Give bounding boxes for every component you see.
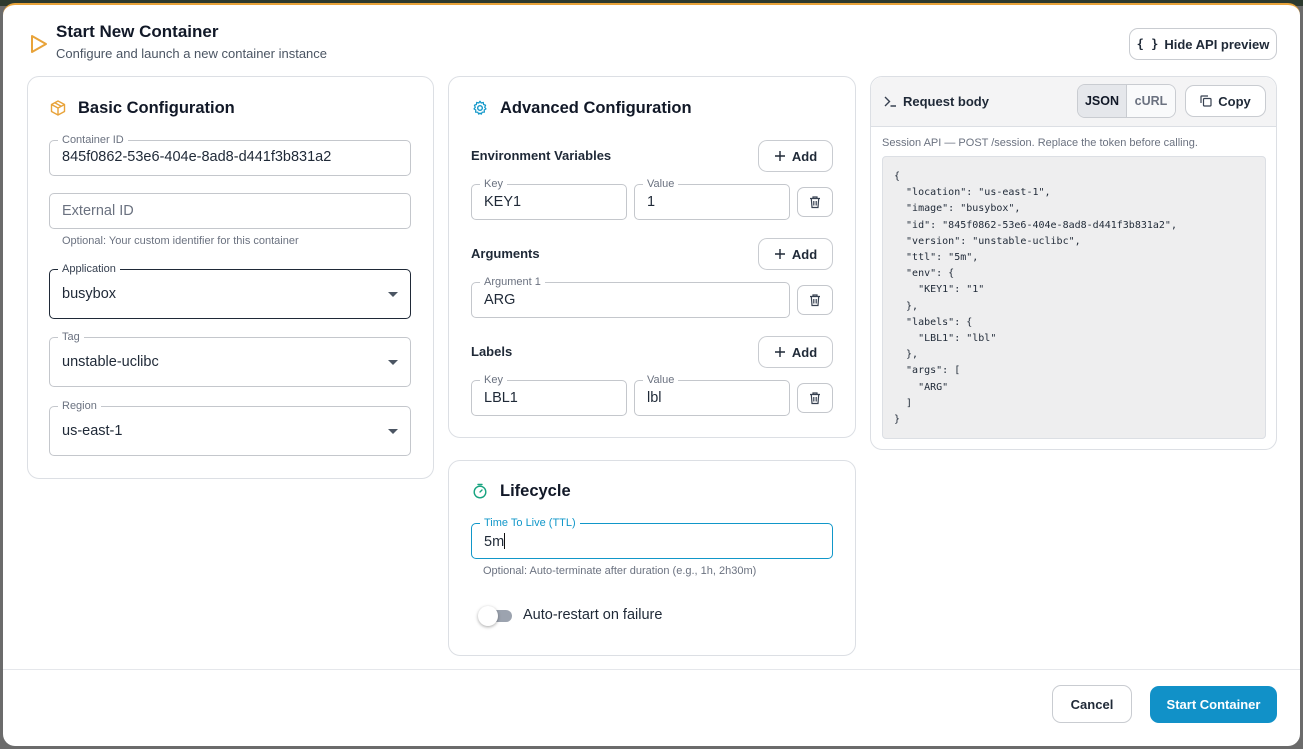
play-icon xyxy=(31,35,47,53)
copy-icon xyxy=(1200,95,1212,107)
cancel-button[interactable]: Cancel xyxy=(1052,685,1132,723)
request-body-title: Request body xyxy=(903,94,989,109)
application-label: Application xyxy=(58,262,120,276)
auto-restart-toggle-knob[interactable] xyxy=(478,606,498,626)
container-id-label: Container ID xyxy=(58,133,128,147)
ttl-helper: Optional: Auto-terminate after duration … xyxy=(483,565,757,577)
request-note: Session API — POST /session. Replace the… xyxy=(882,137,1198,149)
external-id-placeholder: External ID xyxy=(62,203,134,219)
container-id-field[interactable]: Container ID 845f0862-53e6-404e-8ad8-d44… xyxy=(49,133,411,176)
request-body-code: { "location": "us-east-1", "image": "bus… xyxy=(882,156,1266,439)
container-id-value: 845f0862-53e6-404e-8ad8-d441f3b831a2 xyxy=(62,149,332,165)
add-label-label: Add xyxy=(791,344,818,360)
argument-1-label: Argument 1 xyxy=(480,275,545,289)
tag-select[interactable]: Tag unstable-uclibc xyxy=(49,330,411,387)
label-key-label: Key xyxy=(480,373,507,387)
env-value-field[interactable]: Value 1 xyxy=(634,177,790,220)
plus-icon xyxy=(774,249,785,259)
label-value-field[interactable]: Value lbl xyxy=(634,373,790,416)
label-key-field[interactable]: Key LBL1 xyxy=(471,373,627,416)
label-key-value: LBL1 xyxy=(484,390,518,406)
argument-1-value: ARG xyxy=(484,292,516,308)
chevron-down-icon xyxy=(388,360,398,365)
basic-configuration-title: Basic Configuration xyxy=(78,99,235,117)
argument-1-field[interactable]: Argument 1 ARG xyxy=(471,275,790,318)
region-value: us-east-1 xyxy=(62,423,123,439)
timer-icon xyxy=(473,483,487,499)
ttl-input[interactable]: Time To Live (TTL) 5m xyxy=(471,516,833,559)
chevron-down-icon xyxy=(388,429,398,434)
labels-label: Labels xyxy=(471,344,513,359)
add-env-var-button[interactable]: Add xyxy=(758,140,833,172)
lifecycle-title: Lifecycle xyxy=(500,482,571,500)
add-label-button[interactable]: Add xyxy=(758,336,833,368)
package-icon xyxy=(50,100,66,116)
plus-icon xyxy=(774,151,785,161)
copy-label: Copy xyxy=(1218,93,1251,109)
region-label: Region xyxy=(58,399,101,413)
footer-divider xyxy=(3,669,1300,670)
braces-icon: { } xyxy=(1136,37,1159,51)
env-key-label: Key xyxy=(480,177,507,191)
add-argument-button[interactable]: Add xyxy=(758,238,833,270)
environment-variables-label: Environment Variables xyxy=(471,148,612,163)
application-value: busybox xyxy=(62,286,117,302)
trash-icon xyxy=(810,294,820,307)
delete-env-var-button[interactable] xyxy=(797,187,833,217)
tag-value: unstable-uclibc xyxy=(62,354,159,370)
gear-icon xyxy=(473,100,487,115)
copy-button[interactable]: Copy xyxy=(1185,85,1266,117)
auto-restart-label: Auto-restart on failure xyxy=(523,607,663,623)
text-cursor xyxy=(504,533,506,549)
arguments-label: Arguments xyxy=(471,246,540,261)
env-value-label: Value xyxy=(643,177,679,191)
ttl-label: Time To Live (TTL) xyxy=(480,516,580,530)
env-key-value: KEY1 xyxy=(484,194,522,210)
label-value-label: Value xyxy=(643,373,679,387)
tab-curl[interactable]: cURL xyxy=(1126,85,1175,117)
hide-api-preview-label: Hide API preview xyxy=(1164,36,1270,52)
hide-api-preview-button[interactable]: { } Hide API preview xyxy=(1129,28,1277,60)
chevron-down-icon xyxy=(388,292,398,297)
label-value-value: lbl xyxy=(647,390,662,406)
terminal-icon xyxy=(884,96,896,107)
application-select[interactable]: Application busybox xyxy=(49,262,411,319)
external-id-helper: Optional: Your custom identifier for thi… xyxy=(62,235,299,247)
cancel-label: Cancel xyxy=(1070,696,1114,712)
tag-label: Tag xyxy=(58,330,84,344)
delete-argument-button[interactable] xyxy=(797,285,833,315)
trash-icon xyxy=(810,392,820,405)
tab-json[interactable]: JSON xyxy=(1078,85,1126,117)
trash-icon xyxy=(810,196,820,209)
add-argument-label: Add xyxy=(791,246,818,262)
format-tabs: JSON cURL xyxy=(1077,84,1176,118)
advanced-configuration-title: Advanced Configuration xyxy=(500,99,692,117)
start-container-button[interactable]: Start Container xyxy=(1150,686,1277,723)
env-value-value: 1 xyxy=(647,194,656,210)
add-env-var-label: Add xyxy=(791,148,818,164)
dialog-subtitle: Configure and launch a new container ins… xyxy=(56,46,328,61)
region-select[interactable]: Region us-east-1 xyxy=(49,399,411,456)
env-key-field[interactable]: Key KEY1 xyxy=(471,177,627,220)
ttl-value: 5m xyxy=(484,534,505,550)
external-id-field[interactable]: External ID xyxy=(49,193,411,229)
plus-icon xyxy=(774,347,785,357)
delete-label-button[interactable] xyxy=(797,383,833,413)
dialog-title: Start New Container xyxy=(56,22,219,41)
